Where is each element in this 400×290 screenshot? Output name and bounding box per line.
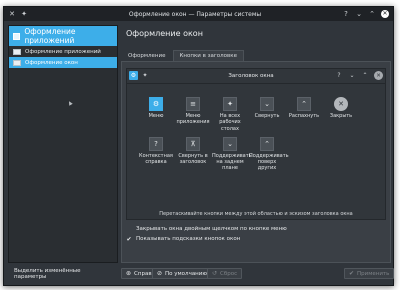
button-item-help[interactable]: ? Контекстная справка [139,136,173,172]
titlebar-preview: ⚙ ✦ Заголовок окна ? ⌄ ⌃ ✕ ⚙ Меню ≡ Меню… [126,68,386,220]
sidebar-header-label: Оформление приложений [24,27,76,45]
apply-button-label: Применить [357,270,390,277]
settings-window: ✕ ✦ Оформление окон — Параметры системы … [3,6,395,286]
defaults-icon: ⊘ [157,270,163,277]
close-icon[interactable]: ✕ [381,10,389,18]
window-decorations-icon [13,59,21,66]
checkbox-checked[interactable]: ✔ [126,236,132,243]
maximize-icon[interactable]: ⌃ [368,10,376,18]
button-item-label: Распахнуть [288,113,320,119]
apply-icon: ✔ [349,270,355,277]
defaults-button[interactable]: ⊘ По умолчанию [152,268,212,279]
option-close-on-double-click[interactable]: Закрывать окна двойным щелчком по кнопке… [126,226,287,232]
reset-button[interactable]: ↺ Сброс [207,268,243,279]
button-item-label: Меню приложения [176,113,210,126]
tab-panel: ⚙ ✦ Заголовок окна ? ⌄ ⌃ ✕ ⚙ Меню ≡ Меню… [121,61,391,263]
sidebar-item-label: Оформление окон [25,59,78,66]
sidebar-item-window-decorations[interactable]: Оформление окон [9,57,117,68]
button-item-label: Контекстная справка [139,152,173,165]
button-item-shade[interactable]: ⊼ Свернуть в заголовок [176,136,210,172]
checkbox[interactable] [126,226,132,232]
minimize-icon: ⌄ [260,97,274,111]
preview-minimize-icon[interactable]: ⌄ [348,72,356,80]
menu-icon: ⚙ [149,97,163,111]
shade-icon: ⊼ [186,136,200,151]
button-item-close[interactable]: ✕ Закрыть [324,97,358,132]
button-item-app-menu[interactable]: ≡ Меню приложения [176,97,210,132]
highlight-changes-button[interactable]: Выделить изменённые параметры [10,267,110,280]
button-item-minimize[interactable]: ⌄ Свернуть [250,97,284,132]
button-item-label: Закрыть [329,113,353,119]
close-icon: ✕ [334,97,348,111]
available-buttons-grid: ⚙ Меню ≡ Меню приложения ✦ На всех рабоч… [139,97,359,172]
drag-hint-text: Перетаскивайте кнопки между этой область… [159,211,353,217]
button-item-label: Свернуть в заголовок [178,152,208,165]
button-item-label: На всех рабочих столах [219,113,241,132]
preview-titlebar: ⚙ ✦ Заголовок окна ? ⌄ ⌃ ✕ [127,69,385,82]
reset-icon: ↺ [212,270,218,277]
hamburger-icon: ≡ [186,97,200,111]
window-title: Оформление окон — Параметры системы [128,10,262,18]
option-label: Показывать подсказки кнопок окон [136,236,241,242]
minimize-icon[interactable]: ⌄ [355,10,363,18]
app-menu-icon[interactable]: ✕ [8,10,16,18]
app-style-icon [13,48,21,55]
button-item-label: Свернуть [254,113,280,119]
title-bar[interactable]: ✕ ✦ Оформление окон — Параметры системы … [4,7,393,21]
button-item-keep-below[interactable]: ⌄ Поддерживать на заднем плане [212,136,252,172]
back-icon [13,32,21,40]
button-item-all-desktops[interactable]: ✦ На всех рабочих столах [213,97,247,132]
maximize-icon: ⌃ [297,97,311,111]
option-show-tooltips[interactable]: ✔ Показывать подсказки кнопок окон [126,236,241,243]
highlight-changes-label: Выделить изменённые параметры [14,267,81,280]
preview-maximize-icon[interactable]: ⌃ [361,72,369,80]
page-title: Оформление окон [126,29,203,38]
defaults-button-label: По умолчанию [165,270,207,277]
sidebar: Оформление приложений Оформление приложе… [8,25,118,263]
button-item-label: Меню [148,113,164,119]
preview-menu-icon[interactable]: ⚙ [129,71,138,80]
help-icon: ? [149,136,163,151]
button-item-label: Поддерживать на заднем плане [212,152,252,172]
preview-help-icon[interactable]: ? [335,72,343,80]
preview-divider [127,83,385,84]
help-icon: ⊛ [126,270,132,277]
sidebar-item-app-style[interactable]: Оформление приложений [9,46,117,57]
button-item-maximize[interactable]: ⌃ Распахнуть [287,97,321,132]
button-item-label: Поддерживать поверх других [249,152,289,172]
keep-above-icon: ⌃ [260,136,274,151]
sidebar-header[interactable]: Оформление приложений [9,26,117,46]
sidebar-item-label: Оформление приложений [25,48,101,55]
preview-pin-icon[interactable]: ✦ [141,72,149,80]
pin-icon: ✦ [223,97,237,111]
apply-button[interactable]: ✔ Применить [344,268,395,279]
button-item-menu[interactable]: ⚙ Меню [139,97,173,132]
preview-close-icon[interactable]: ✕ [374,71,383,80]
reset-button-label: Сброс [220,270,238,277]
pin-icon[interactable]: ✦ [20,10,28,18]
option-label: Закрывать окна двойным щелчком по кнопке… [136,226,287,232]
footer-bar: Выделить изменённые параметры ⊛ Справка … [4,265,395,285]
preview-title: Заголовок окна [228,72,274,79]
help-icon[interactable]: ? [342,10,350,18]
button-item-keep-above[interactable]: ⌃ Поддерживать поверх других [249,136,289,172]
keep-below-icon: ⌄ [223,136,237,151]
